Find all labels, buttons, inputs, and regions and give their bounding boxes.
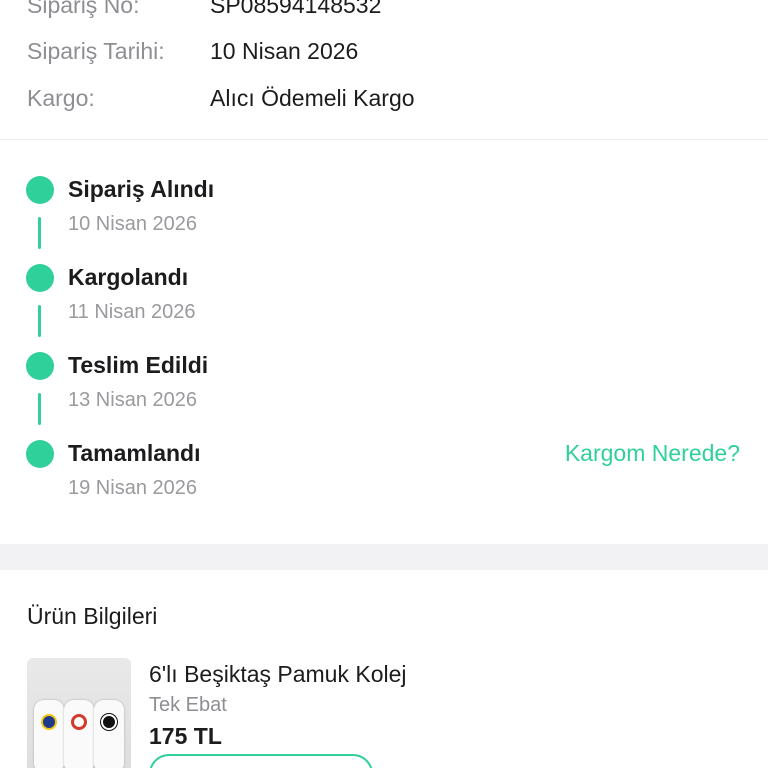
shipping-row: Kargo: Alıcı Ödemeli Kargo — [0, 81, 768, 115]
step-title: Teslim Edildi — [68, 352, 209, 378]
order-detail-page: Sipariş No: SP08594148532 Sipariş Tarihi… — [0, 0, 768, 768]
product-variant: Tek Ebat — [149, 694, 227, 716]
product-price: 175 TL — [149, 723, 222, 749]
section-divider — [0, 544, 768, 570]
step-date: 19 Nisan 2026 — [68, 477, 197, 499]
sock-graphic — [94, 700, 124, 768]
sock-graphic — [34, 700, 64, 768]
step-title: Sipariş Alındı — [68, 176, 215, 202]
order-number-label: Sipariş No: — [27, 0, 140, 18]
order-date-label: Sipariş Tarihi: — [27, 38, 165, 64]
order-date-row: Sipariş Tarihi: 10 Nisan 2026 — [0, 34, 768, 68]
status-dot-icon — [26, 440, 54, 468]
shipping-value: Alıcı Ödemeli Kargo — [210, 85, 415, 111]
status-dot-icon — [26, 352, 54, 380]
product-image[interactable] — [27, 658, 131, 768]
order-number-value: SP08594148532 — [210, 0, 382, 18]
shipping-label: Kargo: — [27, 85, 95, 111]
product-name[interactable]: 6'lı Beşiktaş Pamuk Kolej — [149, 659, 407, 689]
status-dot-icon — [26, 176, 54, 204]
order-status-timeline: Sipariş Alındı 10 Nisan 2026 Kargolandı … — [0, 140, 768, 544]
order-number-row: Sipariş No: SP08594148532 — [0, 0, 768, 22]
team-crest-icon — [41, 714, 57, 730]
sock-graphic — [64, 700, 94, 768]
section-title: Ürün Bilgileri — [27, 603, 158, 629]
product-info-section: Ürün Bilgileri 6'lı Beşiktaş Pamuk Kolej… — [0, 570, 768, 768]
track-shipment-link[interactable]: Kargom Nerede? — [565, 437, 740, 469]
timeline-step-order-received: Sipariş Alındı 10 Nisan 2026 — [0, 140, 768, 235]
timeline-step-delivered: Teslim Edildi 13 Nisan 2026 — [0, 316, 768, 411]
product-action-button[interactable] — [149, 754, 373, 768]
team-crest-icon — [101, 714, 117, 730]
step-title: Tamamlandı — [68, 440, 201, 466]
step-title: Kargolandı — [68, 264, 189, 290]
status-dot-icon — [26, 264, 54, 292]
order-info-section: Sipariş No: SP08594148532 Sipariş Tarihi… — [0, 0, 768, 140]
team-crest-icon — [71, 714, 87, 730]
timeline-step-shipped: Kargolandı 11 Nisan 2026 — [0, 228, 768, 323]
order-date-value: 10 Nisan 2026 — [210, 38, 359, 64]
